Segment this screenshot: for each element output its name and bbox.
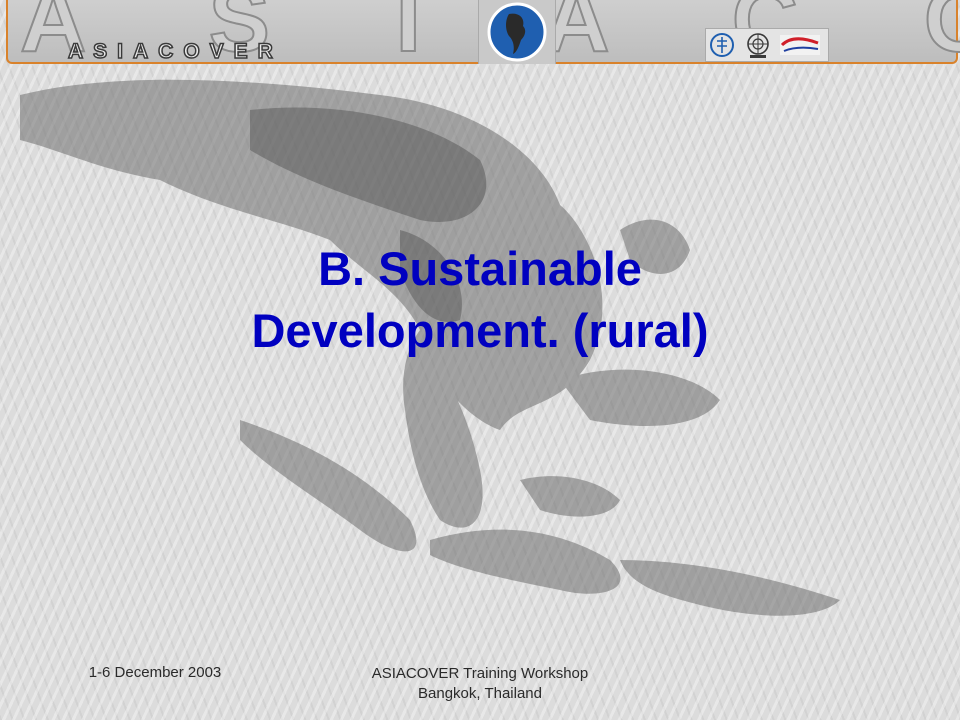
slide-title: B. Sustainable Development. (rural) [120,238,840,362]
partner-logo-icon [780,35,820,55]
footer-event-line-1: ASIACOVER Training Workshop [371,665,589,682]
globe-map-icon [478,0,556,64]
slide-title-line-1: B. Sustainable [318,242,642,295]
slide-title-line-2: Development. (rural) [251,304,709,357]
footer-event-line-2: Bangkok, Thailand [418,685,542,702]
footer-event: ASIACOVER Training Workshop Bangkok, Tha… [330,664,630,704]
header-banner: A S I A C O V E R ASIACOVER [0,0,960,66]
banner-title: ASIACOVER [67,39,283,64]
footer-date: 1-6 December 2003 [88,664,222,681]
un-logo-icon [747,33,769,58]
fao-logo-icon [710,33,734,57]
partner-logos [705,28,829,62]
